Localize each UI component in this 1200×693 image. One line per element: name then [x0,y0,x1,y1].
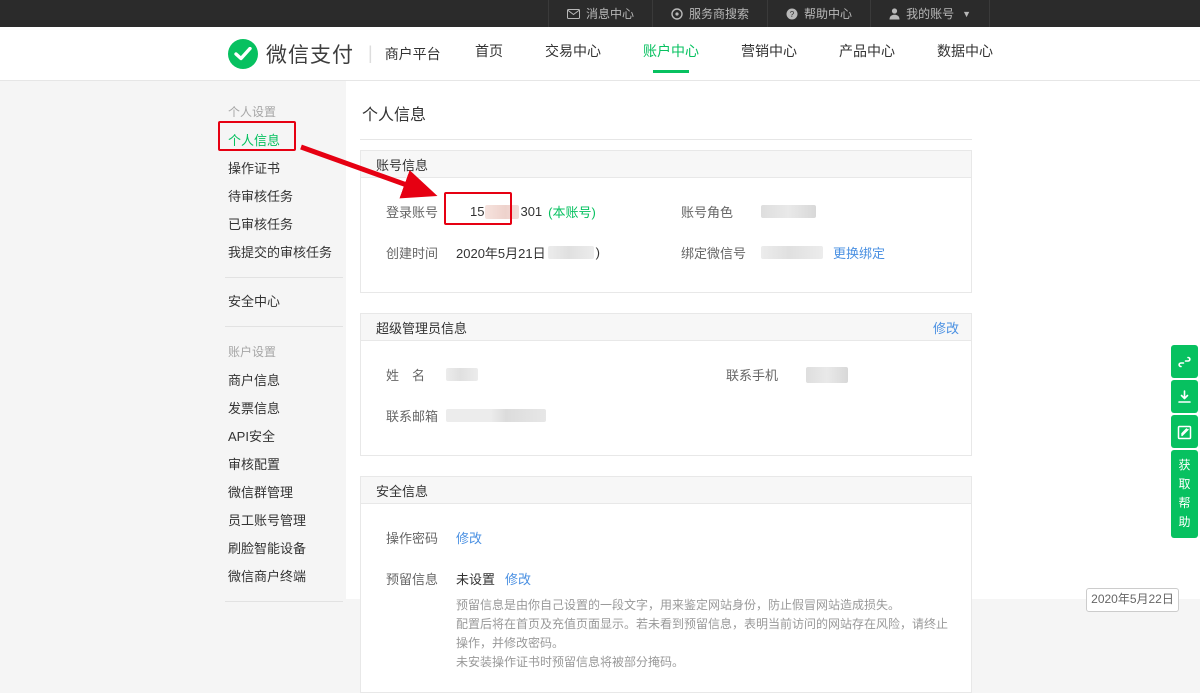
sidebar-divider [225,277,343,278]
main-content: 个人信息 账号信息 登录账号 15301 (本账号) 账号角色 [346,81,1200,599]
sidebar-item-my-submitted-review-tasks[interactable]: 我提交的审核任务 [228,239,346,267]
change-binding-link[interactable]: 更换绑定 [833,243,885,262]
created-time-label: 创建时间 [386,243,456,262]
created-time-value: 2020年5月21日) [456,243,600,262]
brand-name: 微信支付 [266,39,354,69]
nav-marketing-center[interactable]: 营销中心 [739,35,799,73]
account-info-panel: 账号信息 登录账号 15301 (本账号) 账号角色 创建时间 [360,150,972,293]
get-help-label: 获取帮助 [1178,456,1191,532]
sidebar-item-api-security[interactable]: API安全 [228,423,346,451]
topbar-provider-search[interactable]: 服务商搜索 [652,0,767,27]
operation-password-edit-link[interactable]: 修改 [456,528,482,547]
brand-divider: | [368,43,373,64]
super-admin-title: 超级管理员信息 [376,318,467,337]
sidebar-divider [225,326,343,327]
sidebar-divider [225,601,343,602]
super-admin-edit-link[interactable]: 修改 [933,318,959,337]
sidebar-header-account-settings: 账户设置 [228,337,346,367]
security-info-body: 操作密码 修改 预留信息 未设置 修改 预留信息是由你自己设置的一段文字，用来鉴… [361,504,971,692]
security-info-panel: 安全信息 操作密码 修改 预留信息 未设置 修改 预留信息是由你自己设置的一段文… [360,476,972,693]
sidebar-header-personal-settings: 个人设置 [228,97,346,127]
svg-text:?: ? [790,9,795,18]
contact-phone-label: 联系手机 [726,365,806,384]
sidebar-item-review-config[interactable]: 审核配置 [228,451,346,479]
download-button[interactable] [1171,380,1198,413]
topbar: 消息中心 服务商搜索 ? 帮助中心 我的账号 ▼ [0,0,1200,27]
reserved-info-label: 预留信息 [386,569,456,588]
redacted-contact-email [446,409,546,422]
sidebar-item-pending-review-tasks[interactable]: 待审核任务 [228,183,346,211]
redacted-login-middle [485,205,519,219]
sidebar-item-personal-info[interactable]: 个人信息 [228,127,346,155]
get-help-button[interactable]: 获取帮助 [1171,450,1198,538]
redacted-contact-phone [806,367,848,383]
nav-product-center[interactable]: 产品中心 [837,35,897,73]
nav-home[interactable]: 首页 [473,35,505,73]
portal-name: 商户平台 [385,44,441,64]
reserved-info-edit-link[interactable]: 修改 [505,569,531,588]
sidebar-item-wechat-group-management[interactable]: 微信群管理 [228,479,346,507]
search-icon [671,8,683,20]
sidebar-item-reviewed-tasks[interactable]: 已审核任务 [228,211,346,239]
sidebar-item-merchant-info[interactable]: 商户信息 [228,367,346,395]
login-account-label: 登录账号 [386,202,456,221]
sidebar-item-staff-account-management[interactable]: 员工账号管理 [228,507,346,535]
sidebar-item-invoice-info[interactable]: 发票信息 [228,395,346,423]
account-info-panel-header: 账号信息 [361,151,971,178]
account-icon [889,8,900,20]
sidebar-item-face-smart-device[interactable]: 刷脸智能设备 [228,535,346,563]
current-account-tag: (本账号) [548,202,596,221]
wechat-pay-logo-icon [228,39,258,69]
sidebar-item-operation-certificate[interactable]: 操作证书 [228,155,346,183]
link-icon [1177,354,1192,370]
account-info-title: 账号信息 [376,155,428,174]
main-nav: 首页 交易中心 账户中心 营销中心 产品中心 数据中心 [473,35,995,73]
bound-wechat-label: 绑定微信号 [681,243,761,262]
edit-icon [1177,424,1192,440]
nav-account-center[interactable]: 账户中心 [641,35,701,73]
date-tooltip: 2020年5月22日 [1086,588,1179,612]
reserved-info-status: 未设置 [456,569,495,588]
sidebar-item-security-center[interactable]: 安全中心 [228,288,346,316]
security-info-panel-header: 安全信息 [361,477,971,504]
account-info-body: 登录账号 15301 (本账号) 账号角色 创建时间 2020年5月21日) [361,178,971,292]
login-account-value: 15301 (本账号) [456,202,596,221]
redacted-created-time [548,246,594,259]
page-title: 个人信息 [360,97,1200,139]
account-role-label: 账号角色 [681,202,761,221]
download-icon [1177,389,1192,405]
topbar-item-label: 帮助中心 [804,5,852,22]
nav-transaction-center[interactable]: 交易中心 [543,35,603,73]
title-divider [360,139,972,140]
chevron-down-icon: ▼ [962,9,971,19]
brand: 微信支付 | 商户平台 [228,39,441,69]
nav-data-center[interactable]: 数据中心 [935,35,995,73]
link-button[interactable] [1171,345,1198,378]
message-icon [567,9,580,19]
feedback-button[interactable] [1171,415,1198,448]
sidebar-item-wechat-merchant-terminal[interactable]: 微信商户终端 [228,563,346,591]
redacted-admin-name [446,368,478,381]
super-admin-body: 姓 名 联系手机 联系邮箱 [361,341,971,455]
note-line: 未安装操作证书时预留信息将被部分掩码。 [456,653,956,672]
topbar-item-label: 服务商搜索 [689,5,749,22]
redacted-account-role [761,205,816,218]
redacted-wechat-id [761,246,823,259]
topbar-my-account[interactable]: 我的账号 ▼ [870,0,990,27]
floating-help-widget: 获取帮助 [1171,345,1198,538]
topbar-message-center[interactable]: 消息中心 [548,0,652,27]
super-admin-panel-header: 超级管理员信息 修改 [361,314,971,341]
sidebar: 个人设置 个人信息 操作证书 待审核任务 已审核任务 我提交的审核任务 安全中心… [0,81,346,599]
note-line: 配置后将在首页及充值页面显示。若未看到预留信息，表明当前访问的网站存在风险，请终… [456,615,956,653]
topbar-help-center[interactable]: ? 帮助中心 [767,0,870,27]
super-admin-panel: 超级管理员信息 修改 姓 名 联系手机 联系邮箱 [360,313,972,456]
reserved-info-notes: 预留信息是由你自己设置的一段文字，用来鉴定网站身份，防止假冒网站造成损失。 配置… [386,596,956,672]
help-icon: ? [786,8,798,20]
security-info-title: 安全信息 [376,481,428,500]
header: 微信支付 | 商户平台 首页 交易中心 账户中心 营销中心 产品中心 数据中心 [0,27,1200,81]
topbar-item-label: 我的账号 [906,5,954,22]
topbar-item-label: 消息中心 [586,5,634,22]
operation-password-label: 操作密码 [386,528,456,547]
